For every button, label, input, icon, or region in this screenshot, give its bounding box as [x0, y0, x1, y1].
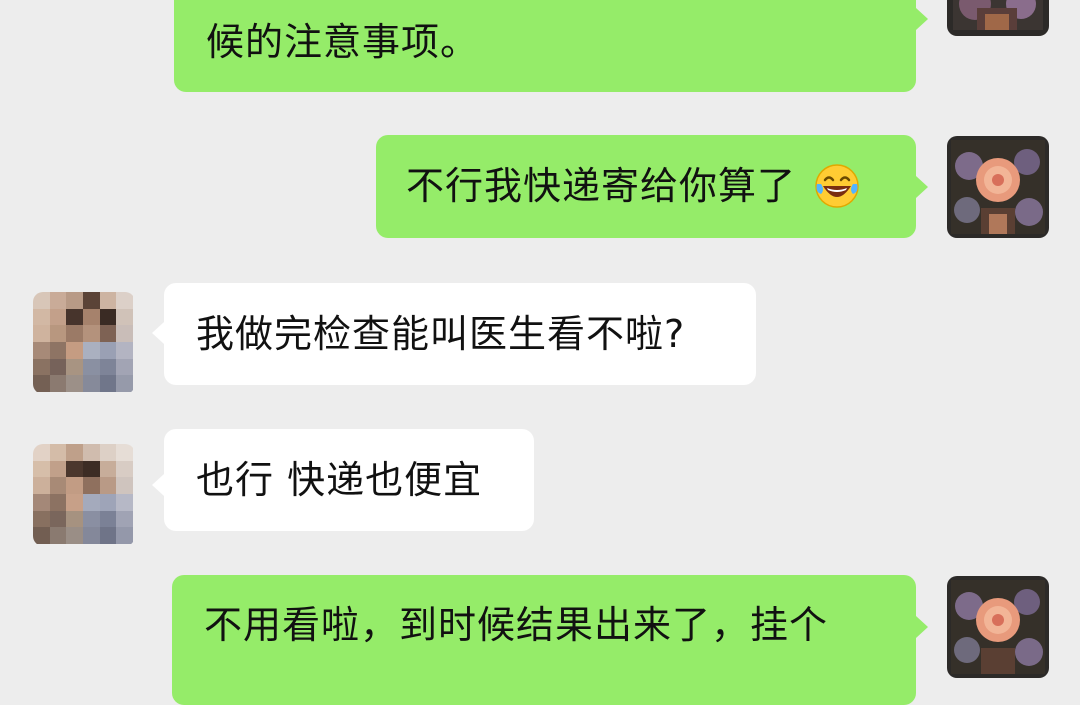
bubble-tail — [152, 474, 164, 496]
message-bubble[interactable]: 也行 快递也便宜 — [164, 429, 534, 531]
contact-avatar[interactable] — [33, 292, 135, 394]
message-bubble[interactable]: 不行我快递寄给你算了 — [376, 135, 916, 238]
flower-avatar-icon — [947, 576, 1049, 678]
message-text: 我做完检查能叫医生看不啦? — [196, 312, 686, 356]
my-avatar[interactable] — [947, 576, 1049, 678]
my-avatar[interactable] — [947, 0, 1049, 36]
message-text: 也行 快递也便宜 — [196, 458, 483, 502]
flower-avatar-icon — [947, 0, 1049, 36]
my-avatar[interactable] — [947, 136, 1049, 238]
pixelated-avatar — [33, 444, 133, 544]
contact-avatar[interactable] — [33, 444, 135, 546]
message-text: 不用看啦，到时候结果出来了，挂个 — [204, 603, 829, 647]
message-text: 候的注意事项。 — [206, 20, 480, 64]
bubble-tail — [916, 616, 928, 638]
message-text: 不行我快递寄给你算了 — [406, 164, 797, 208]
bubble-tail — [916, 8, 928, 30]
message-bubble[interactable]: 我做完检查能叫医生看不啦? — [164, 283, 756, 385]
message-bubble[interactable]: 不用看啦，到时候结果出来了，挂个 — [172, 575, 916, 705]
bubble-tail — [152, 322, 164, 344]
pixelated-avatar — [33, 292, 133, 392]
bubble-tail — [916, 176, 928, 198]
message-bubble[interactable]: 候的注意事项。 — [174, 0, 916, 92]
laughing-tears-emoji — [815, 163, 859, 208]
flower-avatar-icon — [947, 136, 1049, 238]
